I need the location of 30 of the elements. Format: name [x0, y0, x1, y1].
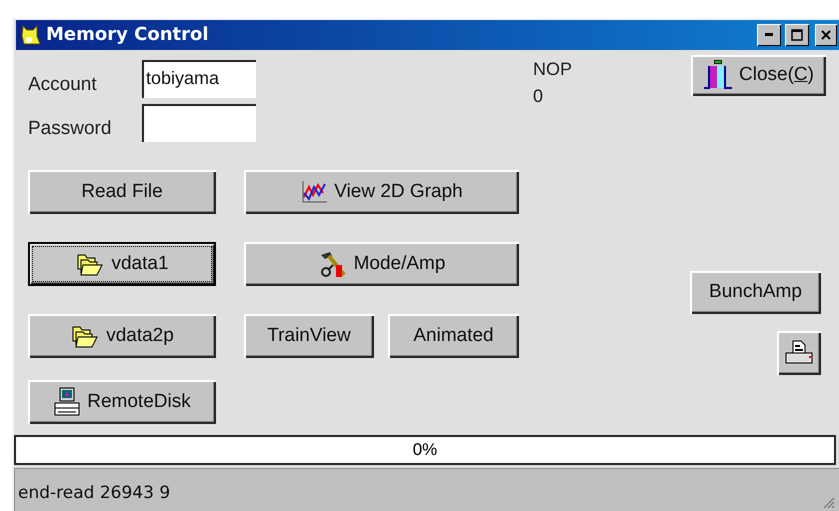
resize-grip-icon [823, 497, 835, 509]
account-field[interactable]: tobiyama [142, 60, 256, 98]
close-icon [820, 28, 832, 41]
nop-label: NOP [533, 58, 574, 80]
icon-button[interactable]: vdata1 [28, 242, 216, 286]
line-graph-icon [300, 178, 328, 205]
icon-button[interactable]: View 2D Graph [244, 170, 519, 214]
icon-button[interactable]: Close(C) [691, 54, 826, 96]
push-button[interactable]: BunchAmp [690, 270, 821, 314]
progress-text: 0% [412, 440, 438, 460]
computer-icon [53, 386, 82, 417]
nop-value: 0 [533, 86, 544, 107]
status-text: end-read 26943 9 [18, 483, 170, 504]
push-button[interactable]: TrainView [244, 314, 374, 358]
maximize-icon [791, 28, 803, 41]
printer-button[interactable] [777, 330, 821, 375]
door-icon [703, 59, 734, 92]
field-label: Account [28, 72, 98, 96]
minimize-button[interactable] [757, 24, 781, 46]
password-field[interactable] [142, 104, 256, 142]
window-title: Memory Control [46, 24, 209, 46]
close-button[interactable] [815, 24, 837, 46]
icon-button[interactable]: RemoteDisk [28, 380, 216, 424]
maximize-button[interactable] [785, 24, 809, 46]
minimize-icon [765, 33, 773, 36]
icon-button[interactable]: Mode/Amp [244, 242, 519, 286]
push-button[interactable]: Animated [388, 314, 519, 358]
field-label: Password [28, 116, 112, 140]
icon-button[interactable]: vdata2p [28, 314, 216, 358]
push-button[interactable]: Read File [28, 170, 216, 214]
